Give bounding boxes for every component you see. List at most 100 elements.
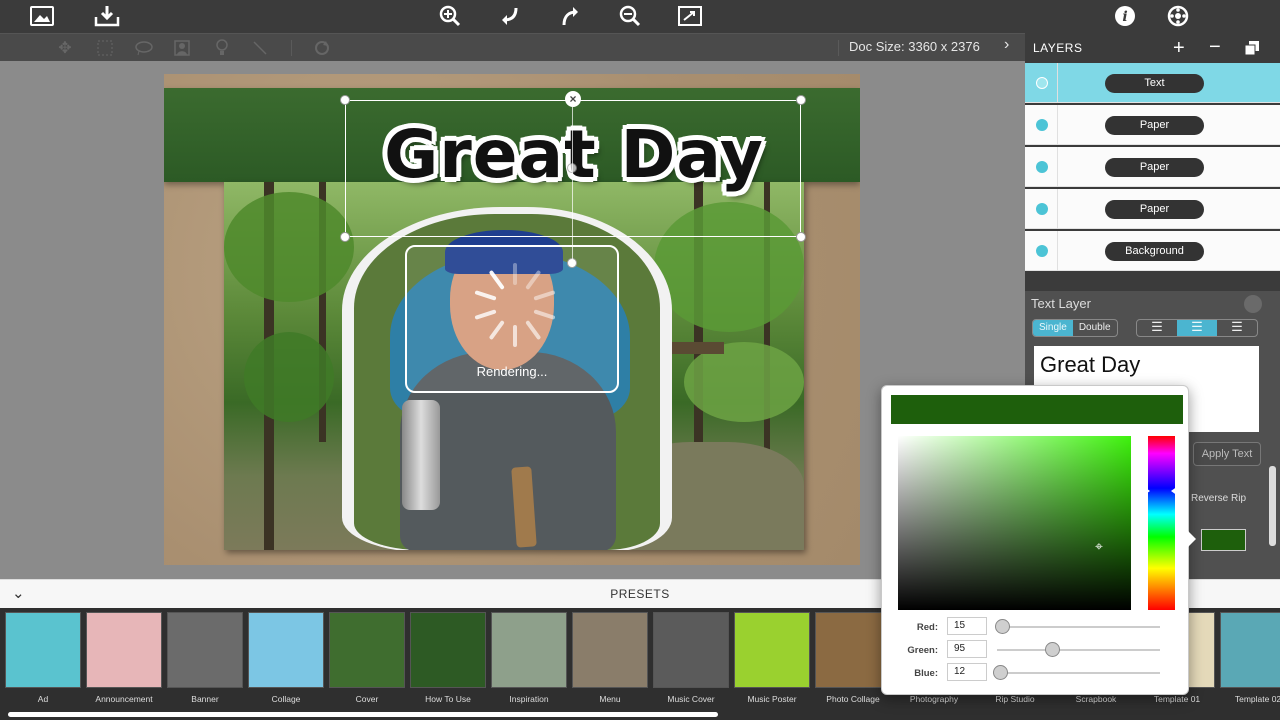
preset-label: Announcement — [95, 694, 153, 704]
blue-slider-track[interactable] — [997, 672, 1160, 674]
hue-slider[interactable] — [1148, 436, 1175, 610]
resize-handle[interactable] — [340, 232, 350, 242]
hue-marker-left[interactable] — [1143, 486, 1150, 496]
reset-icon[interactable] — [311, 37, 333, 59]
visibility-dot-icon[interactable] — [1036, 203, 1048, 215]
magic-wand-icon[interactable] — [211, 37, 233, 59]
align-right-icon[interactable]: ☰ — [1217, 320, 1257, 336]
spinner-tick — [474, 290, 497, 301]
preset-label: Rip Studio — [995, 694, 1035, 704]
red-input[interactable]: 15 — [947, 617, 987, 635]
preset-thumbnail[interactable] — [410, 612, 486, 688]
close-icon[interactable]: × — [565, 91, 581, 107]
preset-label: Banner — [191, 694, 219, 704]
spinner-tick — [525, 269, 542, 290]
visibility-dot-icon[interactable] — [1036, 161, 1048, 173]
layer-divider — [1057, 231, 1058, 271]
preset-thumbnail[interactable] — [491, 612, 567, 688]
options-icon[interactable] — [1244, 295, 1262, 313]
layer-name: Text — [1105, 74, 1204, 93]
remove-layer-icon[interactable]: − — [1209, 37, 1221, 57]
spinner-tick — [474, 309, 497, 320]
image-icon[interactable] — [29, 4, 55, 28]
loading-spinner-icon — [467, 257, 563, 353]
info-icon[interactable]: i — [1112, 4, 1138, 28]
preset-thumbnail[interactable] — [86, 612, 162, 688]
preset-thumbnail[interactable] — [5, 612, 81, 688]
preset-label: Ad — [37, 694, 49, 704]
toolbar-divider — [291, 40, 292, 56]
hue-marker-right[interactable] — [1171, 486, 1178, 496]
visibility-dot-icon[interactable] — [1036, 119, 1048, 131]
undo-icon[interactable] — [497, 4, 523, 28]
visibility-dot-icon[interactable] — [1036, 77, 1048, 89]
water-bottle — [402, 400, 440, 510]
layer-row[interactable]: Paper — [1025, 189, 1280, 229]
layer-row[interactable]: Background — [1025, 231, 1280, 271]
single-mode-button[interactable]: Single — [1033, 320, 1073, 336]
reverse-rip-label: Reverse Rip — [1191, 493, 1247, 504]
color-picker-popover: ⌖ Red: 15 Green: 95 Blue: 12 — [881, 385, 1189, 695]
add-layer-icon[interactable]: + — [1173, 38, 1185, 58]
duplicate-layer-icon[interactable] — [1244, 41, 1259, 60]
apply-text-button[interactable]: Apply Text — [1193, 442, 1261, 466]
align-left-icon[interactable]: ☰ — [1137, 320, 1177, 336]
double-mode-button[interactable]: Double — [1073, 320, 1117, 336]
save-icon[interactable] — [94, 4, 120, 28]
lasso-icon[interactable] — [133, 37, 155, 59]
green-slider-track[interactable] — [997, 649, 1160, 651]
saturation-value-field[interactable] — [898, 436, 1131, 610]
blue-input[interactable]: 12 — [947, 663, 987, 681]
blue-channel-row: Blue: 12 — [882, 663, 1190, 683]
resize-handle[interactable] — [796, 232, 806, 242]
preset-thumbnail[interactable] — [167, 612, 243, 688]
visibility-dot-icon[interactable] — [1036, 245, 1048, 257]
preset-label: Scrapbook — [1075, 694, 1117, 704]
zoom-out-icon[interactable] — [617, 4, 643, 28]
layer-row[interactable]: Paper — [1025, 147, 1280, 187]
spinner-tick — [513, 263, 517, 285]
preset-thumbnail[interactable] — [572, 612, 648, 688]
red-slider-track[interactable] — [997, 626, 1160, 628]
blue-slider-knob[interactable] — [993, 665, 1008, 680]
panel-scrollbar[interactable] — [1269, 466, 1276, 546]
preset-thumbnail[interactable] — [1220, 612, 1280, 688]
preset-thumbnail[interactable] — [248, 612, 324, 688]
preset-thumbnail[interactable] — [653, 612, 729, 688]
color-preview — [891, 395, 1183, 424]
presets-scrollbar[interactable] — [8, 712, 718, 717]
layer-row[interactable]: Text — [1025, 63, 1280, 103]
redo-icon[interactable] — [557, 4, 583, 28]
layer-row[interactable]: Paper — [1025, 105, 1280, 145]
alignment-toggle: ☰ ☰ ☰ — [1136, 319, 1258, 337]
rect-select-icon[interactable] — [94, 37, 116, 59]
zoom-in-icon[interactable] — [437, 4, 463, 28]
preset-thumbnail[interactable] — [329, 612, 405, 688]
preset-thumbnail[interactable] — [734, 612, 810, 688]
fit-screen-icon[interactable] — [677, 4, 703, 28]
popover-pointer — [1186, 529, 1196, 549]
red-label: Red: — [916, 622, 938, 633]
spinner-tick — [488, 269, 505, 290]
align-center-icon[interactable]: ☰ — [1177, 320, 1217, 336]
top-toolbar: i — [0, 0, 1280, 33]
settings-icon[interactable] — [1165, 4, 1191, 28]
preset-thumbnail[interactable] — [815, 612, 891, 688]
blue-label: Blue: — [914, 668, 938, 679]
preset-label: Photo Collage — [826, 694, 880, 704]
move-icon[interactable]: ✥ — [54, 37, 76, 59]
red-slider-knob[interactable] — [995, 619, 1010, 634]
preset-label: Template 01 — [1153, 694, 1201, 704]
toolbar-divider — [838, 40, 839, 56]
resize-handle[interactable] — [796, 95, 806, 105]
chevron-right-icon[interactable]: › — [1004, 36, 1009, 54]
line-tool-icon[interactable] — [249, 37, 271, 59]
portrait-select-icon[interactable] — [171, 37, 193, 59]
layer-name: Paper — [1105, 200, 1204, 219]
resize-handle[interactable] — [340, 95, 350, 105]
layers-header: LAYERS — [1025, 33, 1280, 63]
text-color-swatch[interactable] — [1201, 529, 1246, 551]
color-crosshair-icon[interactable]: ⌖ — [1095, 538, 1103, 555]
green-input[interactable]: 95 — [947, 640, 987, 658]
green-slider-knob[interactable] — [1045, 642, 1060, 657]
